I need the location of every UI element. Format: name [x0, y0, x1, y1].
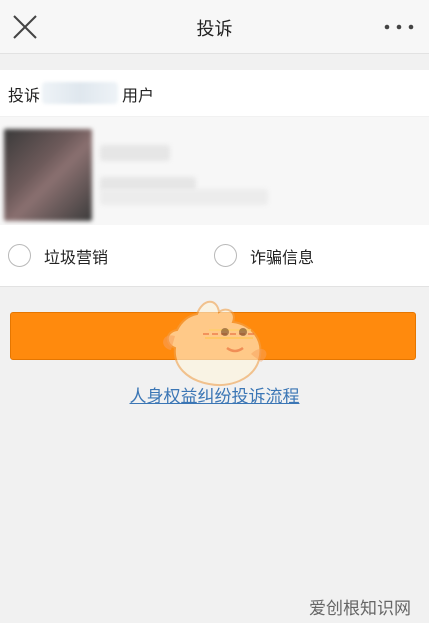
more-dots-icon[interactable] — [383, 22, 415, 32]
nav-bar: 投诉 — [0, 0, 429, 54]
blurred-name-bar — [100, 145, 170, 161]
site-watermark: 爱创根知识网 — [309, 599, 411, 619]
option-label: 诈骗信息 — [250, 248, 315, 267]
target-prefix: 投诉 — [8, 86, 41, 105]
complaint-target-row: 投诉 用户 — [0, 70, 429, 116]
radio-button[interactable] — [8, 244, 31, 267]
option-label: 垃圾营销 — [44, 248, 109, 267]
submit-button[interactable] — [10, 312, 416, 360]
radio-button[interactable] — [214, 244, 237, 267]
user-profile-card — [0, 117, 429, 225]
target-suffix: 用户 — [122, 86, 155, 105]
avatar — [4, 129, 92, 221]
rights-complaint-process-link[interactable]: 人身权益纠纷投诉流程 — [0, 382, 429, 407]
blurred-info-bar — [100, 189, 268, 205]
reason-options: 垃圾营销 诈骗信息 — [0, 225, 429, 287]
complaint-page: 投诉 投诉 用户 垃圾营销 诈骗信息 人身权益纠纷投诉流程 爱创根知识网 — [0, 0, 429, 623]
blurred-username — [42, 82, 118, 104]
page-title: 投诉 — [196, 19, 233, 40]
